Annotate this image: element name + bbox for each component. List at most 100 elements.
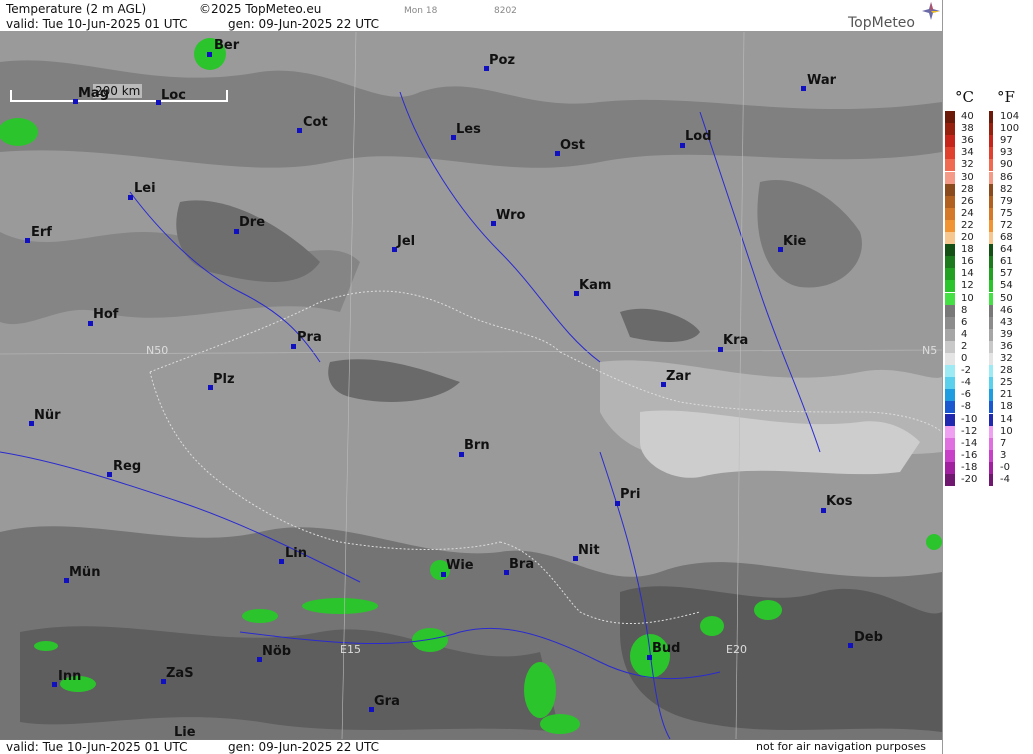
- legend-swatch-c: [945, 328, 955, 341]
- legend-swatch-c: [945, 219, 955, 232]
- legend-label-c: -18: [961, 461, 978, 473]
- legend-label-f: 10: [1000, 425, 1013, 437]
- legend-label-c: 24: [961, 207, 974, 219]
- unit-celsius: °C: [955, 88, 974, 106]
- legend-label-f: 3: [1000, 449, 1007, 461]
- legend-label-c: -6: [961, 389, 971, 401]
- legend-swatch-c: [945, 304, 955, 317]
- header-bar: Temperature (2 m AGL) ©2025 TopMeteo.eu …: [0, 0, 942, 32]
- legend-swatch-f: [989, 401, 993, 414]
- legend-label-f: 64: [1000, 244, 1013, 256]
- topmeteo-logo[interactable]: TopMeteo: [848, 15, 915, 31]
- legend-label-f: 14: [1000, 413, 1013, 425]
- legend-swatch-f: [989, 437, 993, 450]
- legend-swatch-f: [989, 353, 993, 365]
- valid-time: valid: Tue 10-Jun-2025 01 UTC: [6, 17, 188, 31]
- legend-label-f: 21: [1000, 389, 1013, 401]
- legend-swatch-f: [989, 207, 993, 220]
- legend-swatch-c: [945, 316, 955, 329]
- legend-swatch-f: [989, 365, 993, 378]
- legend-swatch-c: [945, 280, 955, 293]
- legend-swatch-c: [945, 135, 955, 148]
- legend-label-c: -2: [961, 365, 971, 377]
- legend-label-f: 57: [1000, 268, 1013, 280]
- legend-swatch-c: [945, 425, 955, 438]
- legend-label-f: 7: [1000, 437, 1007, 449]
- legend-label-c: 12: [961, 280, 974, 292]
- legend-label-f: 28: [1000, 365, 1013, 377]
- legend-swatch-c: [945, 292, 955, 305]
- legend-label-c: -10: [961, 413, 978, 425]
- legend-label-c: 28: [961, 183, 974, 195]
- footer-valid-time: valid: Tue 10-Jun-2025 01 UTC: [6, 740, 188, 754]
- temperature-legend: °C °F 40 104 38 100 36 97 34 93 32 90 30 86 28 82 26 79…: [942, 0, 1033, 754]
- legend-swatch-f: [989, 461, 993, 474]
- legend-swatch-f: [989, 256, 993, 269]
- legend-swatch-c: [945, 340, 955, 353]
- legend-label-f: 97: [1000, 135, 1013, 147]
- legend-swatch-f: [989, 219, 993, 232]
- legend-swatch-f: [989, 340, 993, 353]
- legend-label-c: 2: [961, 340, 968, 352]
- legend-swatch-c: [945, 147, 955, 160]
- legend-swatch-f: [989, 123, 993, 136]
- legend-swatch-f: [989, 304, 993, 317]
- temperature-map[interactable]: 200 km N50 N5 E15 E20 Ber Poz War Mag Lo…: [0, 32, 942, 739]
- legend-label-f: 79: [1000, 195, 1013, 207]
- copyright: ©2025 TopMeteo.eu: [199, 2, 322, 16]
- legend-label-f: 72: [1000, 219, 1013, 231]
- legend-label-c: -16: [961, 449, 978, 461]
- legend-label-c: 0: [961, 353, 968, 364]
- grid-label-n5: N5: [922, 344, 938, 357]
- legend-label-f: 18: [1000, 401, 1013, 413]
- legend-label-c: -12: [961, 425, 978, 437]
- day-mark: Mon 18: [404, 6, 438, 16]
- legend-label-c: 36: [961, 135, 974, 147]
- legend-swatch-f: [989, 377, 993, 390]
- legend-swatch-c: [945, 389, 955, 402]
- grid-label-e15: E15: [340, 643, 361, 656]
- legend-swatch-f: [989, 244, 993, 257]
- legend-label-f: 39: [1000, 328, 1013, 340]
- legend-swatch-f: [989, 171, 993, 184]
- legend-swatch-c: [945, 268, 955, 281]
- legend-swatch-f: [989, 425, 993, 438]
- map-shading: [0, 32, 942, 739]
- legend-label-c: 8: [961, 304, 968, 316]
- legend-label-c: 26: [961, 195, 974, 207]
- legend-label-c: 16: [961, 256, 974, 268]
- legend-label-f: 68: [1000, 232, 1013, 243]
- legend-swatch-c: [945, 401, 955, 414]
- legend-label-f: 82: [1000, 183, 1013, 195]
- legend-swatch-f: [989, 268, 993, 281]
- legend-swatch-f: [989, 449, 993, 462]
- legend-swatch-c: [945, 111, 955, 123]
- legend-swatch-f: [989, 292, 993, 305]
- legend-swatch-f: [989, 474, 993, 486]
- legend-swatch-c: [945, 183, 955, 196]
- grid-label-e20: E20: [726, 643, 747, 656]
- footer-bar: valid: Tue 10-Jun-2025 01 UTC gen: 09-Ju…: [0, 739, 942, 754]
- legend-label-f: 50: [1000, 292, 1013, 304]
- legend-label-c: 30: [961, 171, 974, 183]
- legend-swatch-f: [989, 195, 993, 208]
- product-title: Temperature (2 m AGL): [6, 2, 147, 16]
- grid-label-n50: N50: [146, 344, 169, 357]
- legend-swatch-f: [989, 111, 993, 123]
- legend-label-f: 86: [1000, 171, 1013, 183]
- legend-label-c: -14: [961, 437, 978, 449]
- legend-swatch-c: [945, 244, 955, 257]
- compass-star-icon: [922, 2, 940, 20]
- legend-label-f: 100: [1000, 123, 1020, 135]
- legend-label-f: 54: [1000, 280, 1013, 292]
- legend-label-c: 4: [961, 328, 968, 340]
- product-code: 8202: [494, 6, 517, 16]
- legend-swatch-c: [945, 171, 955, 184]
- legend-label-c: 14: [961, 268, 974, 280]
- legend-label-c: -4: [961, 377, 971, 389]
- legend-swatch-c: [945, 437, 955, 450]
- legend-swatch-c: [945, 413, 955, 426]
- legend-swatch-c: [945, 461, 955, 474]
- legend-swatch-c: [945, 365, 955, 378]
- legend-label-f: 25: [1000, 377, 1013, 389]
